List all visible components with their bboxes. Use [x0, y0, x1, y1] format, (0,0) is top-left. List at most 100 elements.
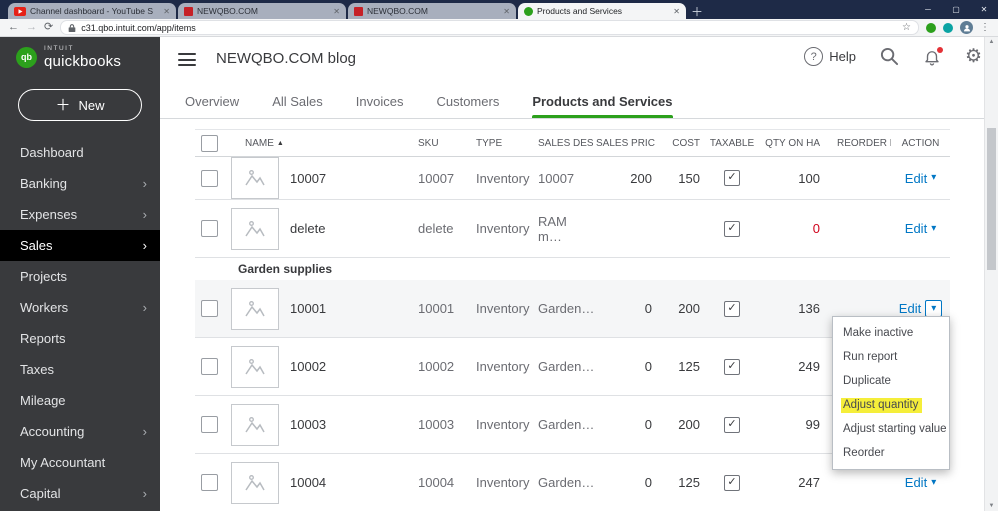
product-type: Inventory — [476, 359, 530, 374]
product-name: delete — [290, 221, 326, 236]
column-header-sales-desc[interactable]: SALES DESC — [535, 138, 593, 149]
edit-dropdown-caret[interactable]: ▾ — [931, 223, 936, 234]
help-button[interactable]: ? Help — [804, 47, 856, 66]
column-header-reorder-point[interactable]: REORDER P — [823, 138, 891, 149]
tab-invoices[interactable]: Invoices — [356, 85, 404, 118]
browser-tab-products-services[interactable]: Products and Services ✕ — [518, 3, 686, 19]
gear-icon[interactable]: ⚙ — [965, 47, 982, 66]
menu-item-adjust-quantity[interactable]: Adjust quantity — [833, 393, 949, 417]
qb-logo-icon: qb — [16, 46, 37, 68]
sidebar-item-expenses[interactable]: Expenses › — [0, 199, 160, 230]
tab-all-sales[interactable]: All Sales — [272, 85, 323, 118]
product-image-placeholder — [231, 287, 279, 330]
browser-tab-newqbo-1[interactable]: NEWQBO.COM ✕ — [178, 3, 346, 19]
taxable-checkbox[interactable]: ✓ — [724, 416, 740, 433]
vertical-scrollbar[interactable]: ▲ ▼ — [984, 37, 998, 511]
sidebar-nav: Dashboard Banking › Expenses › Sales › Proj… — [0, 137, 160, 509]
chevron-right-icon: › — [142, 238, 147, 253]
column-header-cost[interactable]: COST — [655, 138, 703, 149]
edit-button[interactable]: Edit▾ — [905, 475, 936, 490]
row-checkbox[interactable] — [201, 358, 218, 375]
chevron-right-icon: › — [142, 207, 147, 222]
product-type: Inventory — [476, 301, 530, 316]
taxable-checkbox[interactable]: ✓ — [724, 170, 740, 186]
row-checkbox[interactable] — [201, 474, 218, 491]
sidebar-item-sales[interactable]: Sales › — [0, 230, 160, 261]
taxable-checkbox[interactable]: ✓ — [724, 300, 740, 317]
minimize-button[interactable]: ─ — [914, 0, 942, 19]
sidebar-item-reports[interactable]: Reports — [0, 323, 160, 354]
row-checkbox[interactable] — [201, 169, 218, 187]
column-header-name[interactable]: NAME ▲ — [225, 138, 415, 149]
quickbooks-logo: qb INTUIT quickbooks — [16, 45, 121, 69]
tab-close-icon[interactable]: ✕ — [333, 7, 340, 16]
sidebar-item-taxes[interactable]: Taxes — [0, 354, 160, 385]
menu-item-duplicate[interactable]: Duplicate — [833, 369, 949, 393]
sidebar-item-capital[interactable]: Capital › — [0, 478, 160, 509]
header-icons: ? Help ⚙ — [804, 46, 982, 66]
column-header-action[interactable]: ACTION — [891, 138, 950, 149]
sidebar-item-banking[interactable]: Banking › — [0, 168, 160, 199]
tab-products-and-services[interactable]: Products and Services — [532, 85, 673, 118]
menu-item-make-inactive[interactable]: Make inactive — [833, 321, 949, 345]
menu-item-run-report[interactable]: Run report — [833, 345, 949, 369]
edit-button[interactable]: Edit▾ — [905, 221, 936, 236]
browser-tab-youtube[interactable]: Channel dashboard - YouTube S ✕ — [8, 3, 176, 19]
select-all-checkbox[interactable] — [201, 134, 218, 152]
close-button[interactable]: ✕ — [970, 0, 998, 19]
menu-item-adjust-starting-value[interactable]: Adjust starting value — [833, 417, 949, 441]
sidebar-item-projects[interactable]: Projects — [0, 261, 160, 292]
sidebar-item-accounting[interactable]: Accounting › — [0, 416, 160, 447]
scroll-down-icon[interactable]: ▼ — [985, 503, 998, 509]
taxable-checkbox[interactable]: ✓ — [724, 358, 740, 375]
row-checkbox[interactable] — [201, 300, 218, 317]
address-bar[interactable]: c31.qbo.intuit.com/app/items ☆ — [60, 20, 919, 35]
new-button[interactable]: ＋ New — [18, 89, 142, 121]
row-checkbox[interactable] — [201, 416, 218, 433]
refresh-icon[interactable]: ⟳ — [44, 22, 53, 33]
profile-avatar[interactable] — [960, 21, 973, 34]
sidebar-item-dashboard[interactable]: Dashboard — [0, 137, 160, 168]
scrollbar-thumb[interactable] — [987, 128, 996, 270]
product-qty-on-hand: 136 — [798, 301, 820, 316]
tab-close-icon[interactable]: ✕ — [673, 7, 680, 16]
forward-icon[interactable]: → — [26, 22, 37, 33]
extension-icon-teal[interactable] — [943, 22, 953, 33]
column-header-type[interactable]: TYPE — [473, 138, 535, 149]
edit-dropdown-caret[interactable]: ▾ — [931, 173, 936, 183]
scroll-up-icon[interactable]: ▲ — [985, 39, 998, 45]
column-header-qty-on-hand[interactable]: QTY ON HA — [761, 138, 823, 149]
tab-overview[interactable]: Overview — [185, 85, 239, 118]
sidebar-item-mileage[interactable]: Mileage — [0, 385, 160, 416]
tab-close-icon[interactable]: ✕ — [163, 7, 170, 16]
browser-tab-newqbo-2[interactable]: NEWQBO.COM ✕ — [348, 3, 516, 19]
taxable-checkbox[interactable]: ✓ — [724, 220, 740, 237]
new-tab-button[interactable]: ＋ — [688, 3, 706, 19]
search-icon[interactable] — [880, 47, 899, 66]
extension-icon-green[interactable] — [926, 22, 936, 33]
product-sales-desc: RAM m… — [538, 213, 567, 244]
column-header-taxable[interactable]: TAXABLE — [703, 138, 761, 149]
row-checkbox[interactable] — [201, 220, 218, 237]
url-text: c31.qbo.intuit.com/app/items — [81, 22, 196, 33]
maximize-button[interactable]: ▢ — [942, 0, 970, 19]
sidebar-item-my-accountant[interactable]: My Accountant — [0, 447, 160, 478]
edit-dropdown-caret[interactable]: ▾ — [925, 300, 943, 317]
hamburger-menu-icon[interactable] — [178, 53, 196, 66]
taxable-checkbox[interactable]: ✓ — [724, 474, 740, 491]
menu-item-reorder[interactable]: Reorder — [833, 441, 949, 465]
browser-menu-icon[interactable]: ⋮ — [980, 22, 990, 33]
edit-button-open[interactable]: Edit ▾ — [899, 300, 943, 317]
edit-dropdown-caret[interactable]: ▾ — [931, 477, 936, 488]
notifications-bell-icon[interactable] — [923, 46, 943, 66]
bookmark-star-icon[interactable]: ☆ — [902, 22, 911, 33]
sidebar-item-workers[interactable]: Workers › — [0, 292, 160, 323]
tab-customers[interactable]: Customers — [436, 85, 499, 118]
app-area: qb INTUIT quickbooks ＋ New Dashboard Ban… — [0, 37, 998, 511]
column-header-sku[interactable]: SKU — [415, 138, 473, 149]
column-header-sales-price[interactable]: SALES PRIC — [593, 138, 655, 149]
product-sales-price: 0 — [644, 359, 652, 374]
tab-close-icon[interactable]: ✕ — [503, 7, 510, 16]
edit-button[interactable]: Edit▾ — [905, 171, 936, 186]
back-icon[interactable]: ← — [8, 22, 19, 33]
